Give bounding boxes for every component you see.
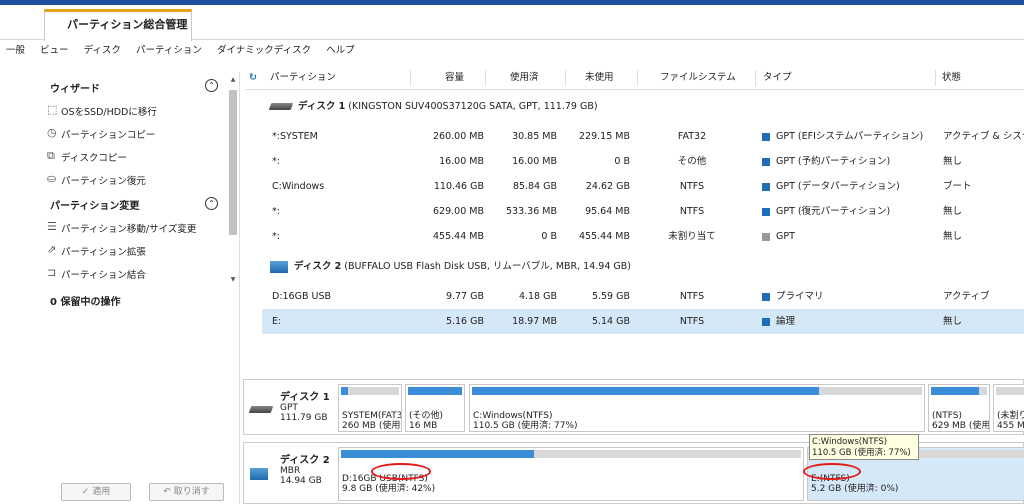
collapse-change-icon[interactable]: ⌃ <box>205 197 218 210</box>
highlight-circle <box>371 463 431 480</box>
resize-icon: ☰ <box>47 220 57 233</box>
table-header: ↻ パーティション 容量 使用済 未使用 ファイルシステム タイプ 状態 <box>245 66 1024 90</box>
sidebar-item-merge[interactable]: ⊐ パーティション結合 <box>47 266 146 281</box>
col-capacity[interactable]: 容量 <box>445 66 464 90</box>
copy-disk-icon: ⧉ <box>47 149 55 162</box>
sidebar-item-copy-partition[interactable]: ◷ パーティションコピー <box>47 126 155 141</box>
disk1-block-unallocated[interactable]: (未割り455 M <box>993 384 1024 432</box>
undo-button[interactable]: ↶ 取り消す <box>149 483 224 501</box>
tab-partition-manager[interactable]: パーティション総合管理 <box>44 9 192 41</box>
col-used[interactable]: 使用済 <box>510 66 539 90</box>
table-row[interactable]: D:16GB USB 9.77 GB 4.18 GB 5.59 GB NTFS プライマリ… <box>262 284 1024 309</box>
table-row[interactable]: *:SYSTEM 260.00 MB 30.85 MB 229.15 MB FAT32 G… <box>262 124 1024 149</box>
restore-icon: ⛀ <box>47 172 57 185</box>
wizard-title: ウィザード <box>50 84 100 95</box>
sidebar: ウィザード ⌃ ⬚ OSをSSD/HDDに移行 ◷ パーティションコピー ⧉ ディスク… <box>0 72 240 504</box>
disk1-map: ディスク 1 GPT 111.79 GB SYSTEM(FAT3 260 MB (使用… <box>243 379 1024 435</box>
disk1-header[interactable]: ディスク 1 (KINGSTON SUV400S37120G SATA, GPT… <box>268 95 598 119</box>
table-row[interactable]: *: 455.44 MB 0 B 455.44 MB 未割り当て GPT 無し <box>262 224 1024 249</box>
pending-operations: 0 保留中の操作 <box>50 297 121 308</box>
table-row[interactable]: E: 5.16 GB 18.97 MB 5.14 GB NTFS 論理 無し <box>262 309 1024 334</box>
extend-icon: ⇗ <box>47 243 57 256</box>
menu-partition[interactable]: パーティション <box>136 45 202 56</box>
highlight-circle <box>803 463 861 480</box>
tooltip: C:Windows(NTFS) 110.5 GB (使用済: 77%) <box>809 434 919 460</box>
sidebar-item-restore[interactable]: ⛀ パーティション復元 <box>47 172 146 187</box>
col-partition[interactable]: パーティション <box>270 66 336 90</box>
col-status[interactable]: 状態 <box>942 66 961 90</box>
disk1-block-windows[interactable]: C:Windows(NTFS) 110.5 GB (使用済: 77%) <box>469 384 925 432</box>
menu-help[interactable]: ヘルプ <box>326 45 355 56</box>
sidebar-scrollbar[interactable]: ▲ ▼ <box>228 76 238 284</box>
apply-button[interactable]: ✓ 適用 <box>61 483 131 501</box>
sidebar-item-migrate-os[interactable]: ⬚ OSをSSD/HDDに移行 <box>47 103 157 118</box>
sidebar-item-extend[interactable]: ⇗ パーティション拡張 <box>47 243 146 258</box>
col-free[interactable]: 未使用 <box>585 66 614 90</box>
sidebar-item-copy-disk[interactable]: ⧉ ディスクコピー <box>47 149 127 164</box>
table-row[interactable]: *: 629.00 MB 533.36 MB 95.64 MB NTFS GPT (復元パ… <box>262 199 1024 224</box>
hard-drive-icon <box>248 406 274 413</box>
refresh-icon[interactable]: ↻ <box>249 66 257 90</box>
col-type[interactable]: タイプ <box>763 66 792 90</box>
top-bar: パーティション総合管理 <box>0 0 1024 41</box>
table-row[interactable]: C:Windows 110.46 GB 85.84 GB 24.62 GB NTFS GP… <box>262 174 1024 199</box>
collapse-wizard-icon[interactable]: ⌃ <box>205 79 218 92</box>
hard-drive-icon <box>268 103 294 110</box>
menu-disk[interactable]: ディスク <box>84 45 121 56</box>
menu-bar: 一般 ビュー ディスク パーティション ダイナミックディスク ヘルプ <box>0 41 1024 61</box>
col-filesystem[interactable]: ファイルシステム <box>660 66 736 90</box>
menu-view[interactable]: ビュー <box>40 45 69 56</box>
usb-drive-icon <box>270 260 288 273</box>
menu-general[interactable]: 一般 <box>6 45 25 56</box>
disk1-block-reserved[interactable]: (その他) 16 MB <box>405 384 465 432</box>
sidebar-item-resize[interactable]: ☰ パーティション移動/サイズ変更 <box>47 220 196 235</box>
change-title: パーティション変更 <box>50 201 140 212</box>
merge-icon: ⊐ <box>47 266 57 279</box>
usb-drive-icon <box>250 468 268 480</box>
menu-dynamic-disk[interactable]: ダイナミックディスク <box>217 45 311 56</box>
copy-partition-icon: ◷ <box>47 126 57 139</box>
disk1-block-recovery[interactable]: (NTFS) 629 MB (使用 <box>928 384 990 432</box>
table-row[interactable]: *: 16.00 MB 16.00 MB 0 B その他 GPT (予約パーティション) 無… <box>262 149 1024 174</box>
disk2-header[interactable]: ディスク 2 (BUFFALO USB Flash Disk USB, リムーバ… <box>270 255 631 279</box>
migrate-icon: ⬚ <box>47 103 58 116</box>
disk1-block-system[interactable]: SYSTEM(FAT3 260 MB (使用 <box>338 384 402 432</box>
